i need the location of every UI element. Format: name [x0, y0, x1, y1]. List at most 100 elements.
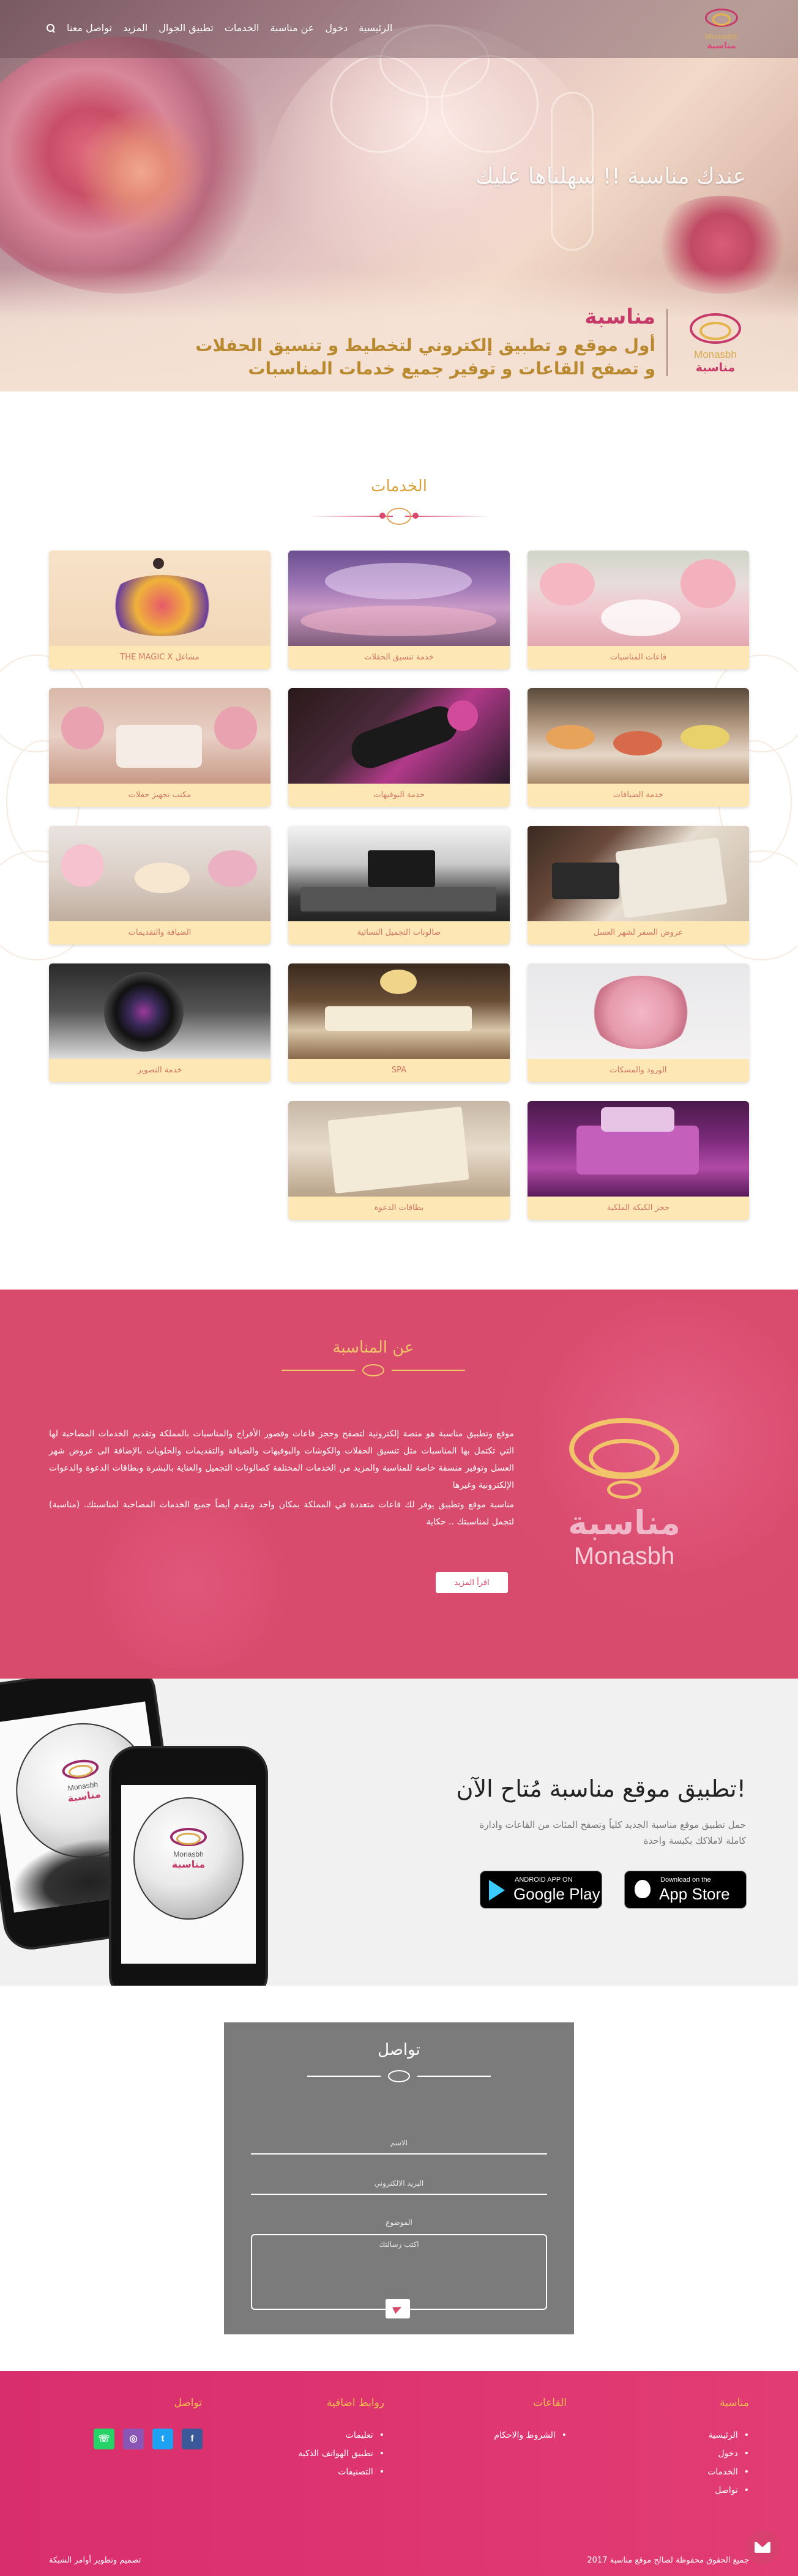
- copyright-text: جميع الحقوق محفوظة لصالح موقع مناسبة 201…: [587, 2556, 749, 2565]
- service-card[interactable]: SPA: [288, 963, 510, 1082]
- hero-section: عندك مناسبة !! سهلناها عليك Monasbh مناس…: [0, 0, 798, 392]
- footer-link[interactable]: تطبيق الهواتف الذكية: [225, 2444, 384, 2463]
- contact-form: تواصل: [224, 2022, 574, 2334]
- service-card[interactable]: حجز الكيكة الملكية: [528, 1101, 749, 1220]
- bouquet-photo: [528, 963, 749, 1059]
- footer-link[interactable]: تواصل: [590, 2481, 749, 2500]
- facebook-icon[interactable]: f: [182, 2429, 203, 2449]
- about-title: عن المناسبة: [332, 1338, 414, 1357]
- services-grid: قاعات المناسبات خدمة تنسيق الحفلات مشاغل…: [49, 551, 749, 1220]
- footer-link[interactable]: تعليمات: [225, 2426, 384, 2444]
- developer-credit[interactable]: تصميم وتطوير أوامر الشبكة: [49, 2556, 141, 2565]
- phone-logo-ar: مناسبة: [171, 1858, 206, 1870]
- service-card[interactable]: عروض السفر لشهر العسل: [528, 826, 749, 945]
- service-card[interactable]: خدمة البوفيهات: [288, 688, 510, 807]
- service-card[interactable]: خدمة التصوير: [49, 963, 270, 1082]
- invitation-card-photo: [288, 1101, 510, 1197]
- twitter-icon[interactable]: t: [152, 2429, 173, 2449]
- phone-logo: Monasbh مناسبة: [158, 1828, 219, 1870]
- footer-link[interactable]: الخدمات: [590, 2463, 749, 2481]
- nav-contact[interactable]: تواصل معنا: [67, 22, 112, 34]
- about-logo-en: Monasbh: [573, 1543, 675, 1570]
- services-title-ornament: [307, 504, 491, 529]
- send-button[interactable]: [386, 2299, 410, 2318]
- footer-col-title: تواصل: [174, 2397, 202, 2409]
- about-logo: مناسبة Monasbh: [551, 1412, 698, 1571]
- app-store-button[interactable]: Download on the App Store: [624, 1871, 747, 1909]
- brand-logo-ar: مناسبة: [695, 361, 736, 374]
- whatsapp-icon[interactable]: ☏: [94, 2429, 114, 2449]
- social-links: ☏ ◎ t f: [94, 2429, 203, 2449]
- stage-decor-photo: [49, 688, 270, 784]
- footer-col-title: القاعات: [532, 2397, 567, 2409]
- service-card[interactable]: مكتب تجهيز حفلات: [49, 688, 270, 807]
- hero-flowers-accent: [73, 110, 208, 232]
- cake-photo: [528, 1101, 749, 1197]
- service-card[interactable]: خدمة تنسيق الحفلات: [288, 551, 510, 669]
- footer-link[interactable]: الشروط والاحكام: [408, 2426, 567, 2444]
- about-paragraph-2: مناسبة موقع وتطبيق يوفر لك قاعات متعددة …: [49, 1500, 514, 1527]
- app-section: Monasbh مناسبة Monasbh مناسبة !تطبيق موق…: [0, 1679, 798, 1986]
- services-title: الخدمات: [371, 477, 427, 496]
- service-card[interactable]: بطاقات الدعوة: [288, 1101, 510, 1220]
- brand-divider: [666, 309, 668, 376]
- footer-link[interactable]: الرئيسية: [590, 2426, 749, 2444]
- site-logo-ar: مناسبة: [707, 41, 736, 51]
- google-play-icon: [489, 1880, 505, 1901]
- nav-services[interactable]: الخدمات: [225, 22, 259, 34]
- footer-link[interactable]: التصنيفات: [225, 2463, 384, 2481]
- google-play-small: ANDROID APP ON: [515, 1876, 573, 1884]
- app-description: حمل تطبيق موقع مناسبة الجديد كلياً وتصفح…: [479, 1819, 746, 1846]
- about-title-ornament: [282, 1363, 465, 1378]
- mail-icon: [755, 2541, 770, 2553]
- nav-about[interactable]: عن مناسبة: [270, 22, 314, 34]
- about-section: عن المناسبة موقع وتطبيق مناسبة هو منصة إ…: [0, 1290, 798, 1679]
- about-paragraph-1: موقع وتطبيق مناسبة هو منصة إلكترونية لتص…: [49, 1429, 514, 1490]
- service-card[interactable]: مشاغل THE MAGIC X: [49, 551, 270, 669]
- service-card[interactable]: الضيافة والتقديمات: [49, 826, 270, 945]
- hero-tagline: عندك مناسبة !! سهلناها عليك: [475, 164, 746, 189]
- site-logo-en: Monasbh: [705, 32, 738, 41]
- wedding-hall-photo: [528, 551, 749, 646]
- search-icon[interactable]: [46, 23, 56, 33]
- about-logo-ar: مناسبة: [568, 1504, 681, 1542]
- service-card[interactable]: صالونات التجميل النسائية: [288, 826, 510, 945]
- service-label: عروض السفر لشهر العسل: [528, 921, 749, 945]
- nav-mobile-app[interactable]: تطبيق الجوال: [158, 22, 214, 34]
- mail-fab-button[interactable]: [745, 2530, 780, 2564]
- site-logo[interactable]: Monasbh مناسبة: [694, 5, 749, 54]
- main-menu: الرئيسية دخول عن مناسبة الخدمات تطبيق ال…: [46, 22, 392, 34]
- email-field[interactable]: [251, 2173, 547, 2195]
- top-navbar: Monasbh مناسبة الرئيسية دخول عن مناسبة ا…: [0, 0, 798, 58]
- service-label: مشاغل THE MAGIC X: [49, 646, 270, 669]
- phone-logo-en: Monasbh: [173, 1850, 204, 1858]
- instagram-icon[interactable]: ◎: [123, 2429, 144, 2449]
- subject-field[interactable]: [251, 2213, 547, 2232]
- name-field[interactable]: [251, 2132, 547, 2155]
- nav-home[interactable]: الرئيسية: [359, 22, 392, 34]
- read-more-button[interactable]: اقرأ المزيد: [436, 1572, 508, 1593]
- service-label: حجز الكيكة الملكية: [528, 1197, 749, 1220]
- service-card[interactable]: قاعات المناسبات: [528, 551, 749, 669]
- perfume-bottle-photo: [288, 688, 510, 784]
- footer-col-halls: القاعات الشروط والاحكام: [408, 2397, 567, 2444]
- contact-section: تواصل: [0, 1986, 798, 2371]
- phone-mockup-front: Monasbh مناسبة: [109, 1746, 268, 1986]
- footer-col-contact: تواصل: [98, 2397, 202, 2426]
- footer-link[interactable]: دخول: [590, 2444, 749, 2463]
- footer-col-monasbh: مناسبة الرئيسية دخول الخدمات تواصل: [590, 2397, 749, 2500]
- footer-bottom-bar: جميع الحقوق محفوظة لصالح موقع مناسبة 201…: [0, 2546, 798, 2576]
- service-label: SPA: [288, 1059, 510, 1082]
- service-label: الورود والمسكات: [528, 1059, 749, 1082]
- salon-interior-photo: [288, 826, 510, 921]
- service-card[interactable]: خدمة الضيافات: [528, 688, 749, 807]
- service-label: بطاقات الدعوة: [288, 1197, 510, 1220]
- nav-login[interactable]: دخول: [325, 22, 348, 34]
- brand-logo: Monasbh مناسبة: [679, 306, 752, 379]
- contact-title-ornament: [307, 2069, 491, 2084]
- brand-title: مناسبة: [584, 305, 655, 329]
- service-card[interactable]: الورود والمسكات: [528, 963, 749, 1082]
- google-play-button[interactable]: ANDROID APP ON Google Play: [480, 1871, 602, 1909]
- party-setup-photo: [288, 551, 510, 646]
- nav-more[interactable]: المزيد: [123, 22, 147, 34]
